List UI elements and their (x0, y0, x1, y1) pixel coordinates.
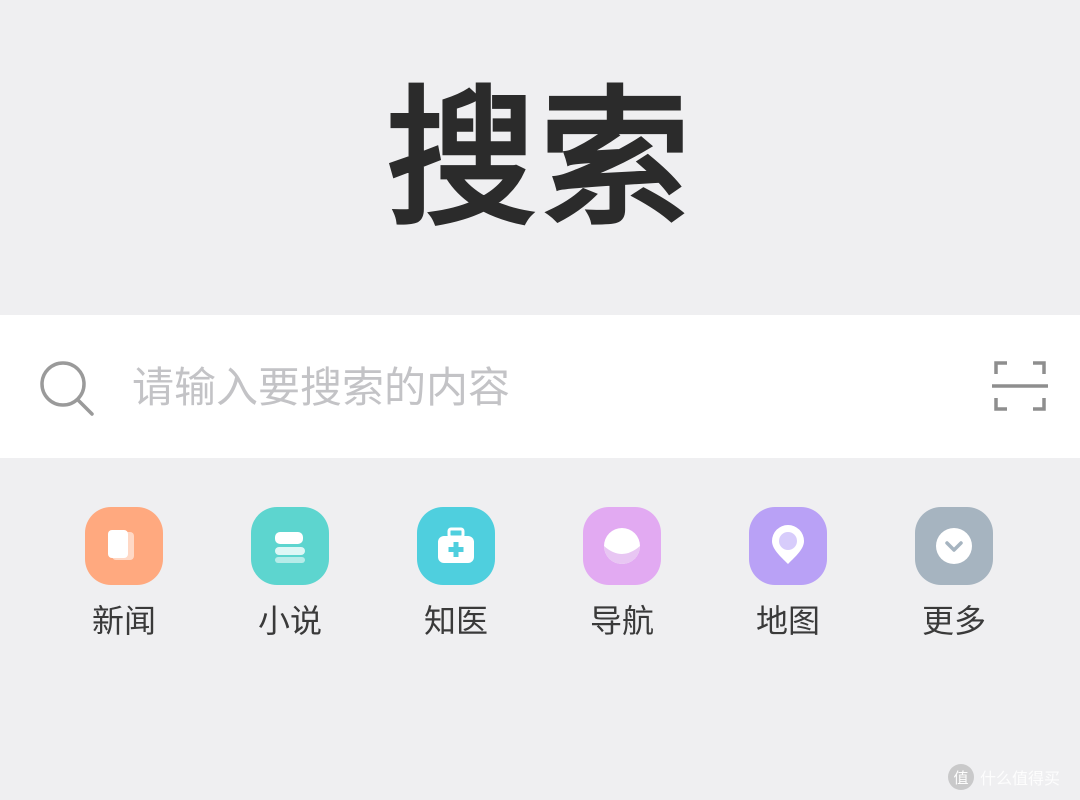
shortcut-label: 新闻 (91, 602, 156, 640)
search-bar[interactable] (0, 315, 1080, 458)
shortcut-label: 更多 (921, 602, 986, 640)
chevron-down-icon[interactable] (915, 507, 993, 585)
search-icon[interactable] (38, 359, 96, 417)
shortcut-medical[interactable]: 知医 (396, 505, 516, 645)
compass-icon[interactable] (583, 507, 661, 585)
map-pin-icon[interactable] (749, 507, 827, 585)
novel-icon[interactable] (251, 507, 329, 585)
search-logo-title: 搜索 (385, 73, 694, 247)
watermark: 值 什么值得买 (948, 762, 1060, 792)
shortcut-novel[interactable]: 小说 (230, 505, 350, 645)
shortcut-label: 地图 (755, 602, 820, 640)
watermark-text: 什么值得买 (980, 769, 1061, 788)
shortcut-grid: 新闻 小说 知医 导航 地图 更多 (0, 505, 1080, 645)
search-home-page: 搜索 新闻 (0, 0, 1080, 800)
shortcut-navigation[interactable]: 导航 (562, 505, 682, 645)
watermark-badge: 值 (948, 764, 974, 790)
shortcut-more[interactable]: 更多 (894, 505, 1014, 645)
shortcut-map[interactable]: 地图 (728, 505, 848, 645)
shortcut-label: 知医 (423, 602, 488, 640)
shortcut-news[interactable]: 新闻 (64, 505, 184, 645)
shortcut-label: 导航 (589, 602, 654, 640)
shortcut-label: 小说 (257, 602, 322, 640)
news-icon[interactable] (85, 507, 163, 585)
search-input[interactable] (132, 355, 952, 419)
medical-kit-icon[interactable] (417, 507, 495, 585)
scan-icon[interactable] (992, 360, 1048, 412)
